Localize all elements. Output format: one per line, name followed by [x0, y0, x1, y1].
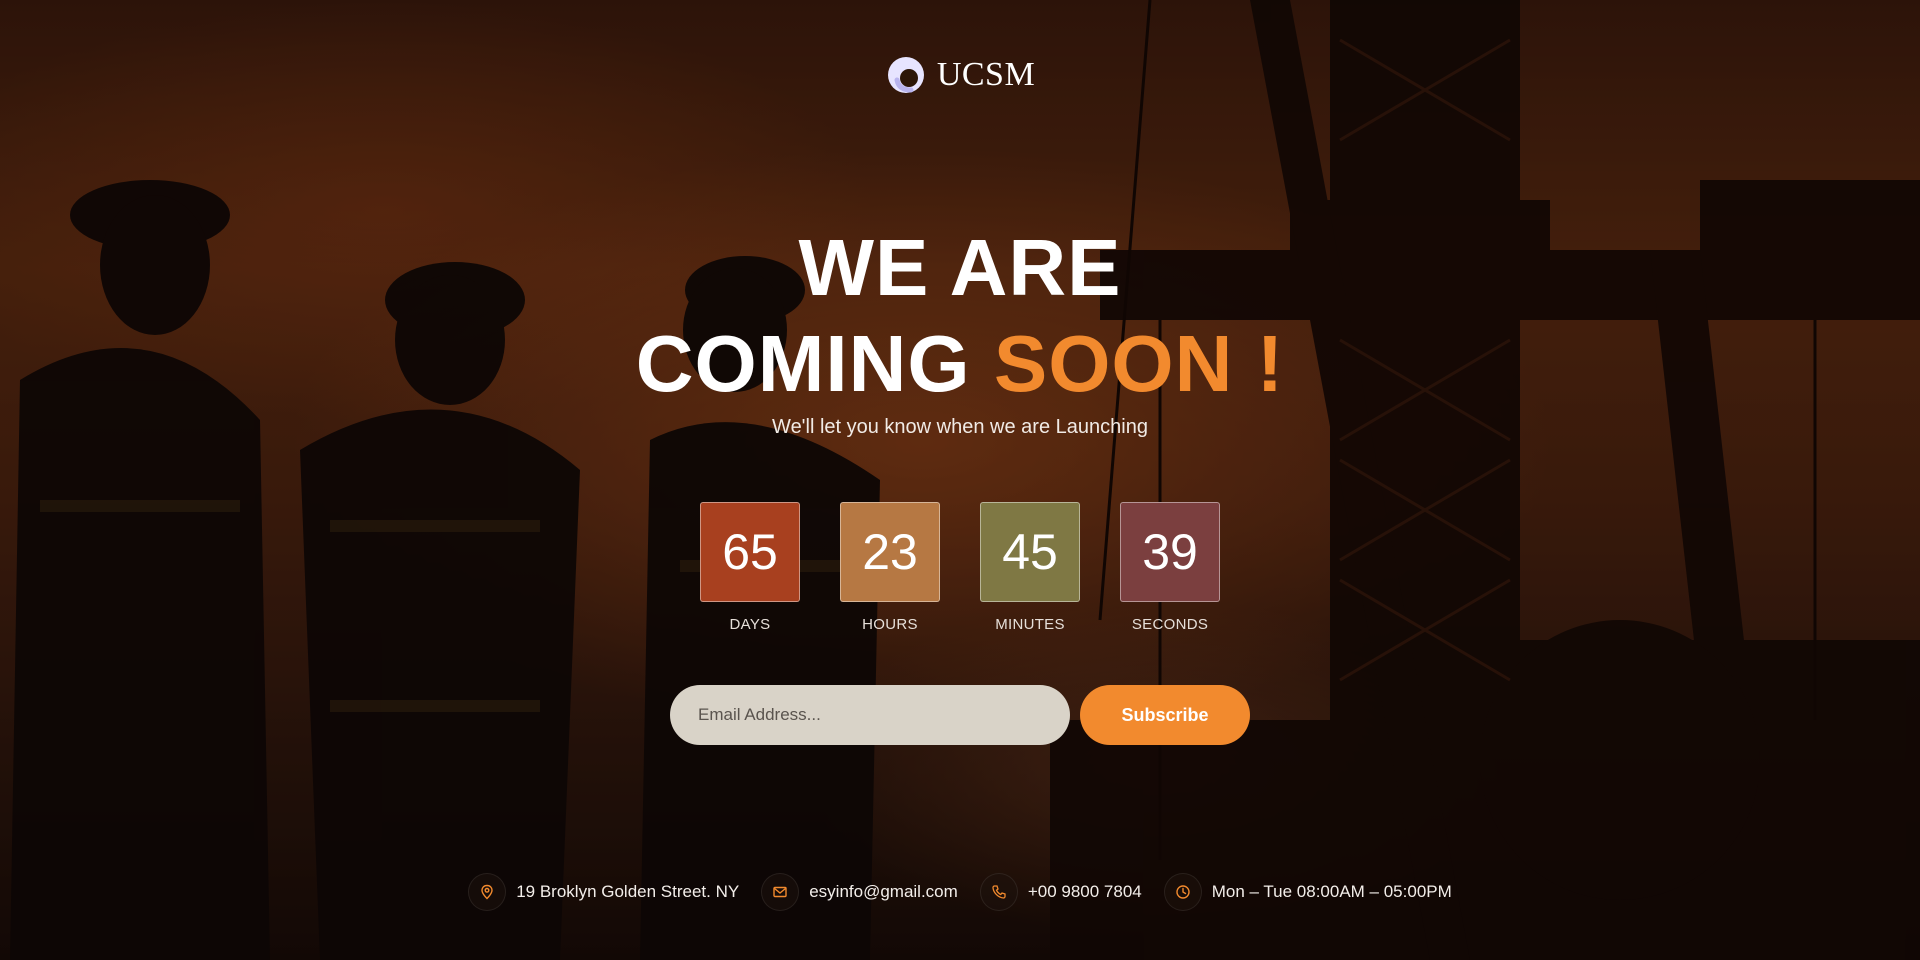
countdown-seconds-label: SECONDS: [1131, 616, 1209, 633]
hero-headline: WE ARE COMING SOON !: [0, 220, 1920, 412]
countdown-days-box: 65: [700, 502, 800, 602]
contact-email-text[interactable]: esyinfo@gmail.com: [809, 882, 958, 902]
countdown-minutes-label: MINUTES: [995, 616, 1065, 633]
brand-logo-icon: [887, 57, 924, 93]
mail-icon: [761, 873, 800, 911]
headline-coming: COMING: [635, 319, 971, 408]
contact-address-text: 19 Broklyn Golden Street. NY: [516, 882, 740, 901]
countdown-hours: 23 HOURS: [840, 502, 940, 633]
contact-phone[interactable]: +00 9800 7804: [979, 873, 1142, 911]
clock-icon: [1163, 873, 1202, 911]
contact-email[interactable]: esyinfo@gmail.com: [761, 873, 958, 911]
brand-logo[interactable]: UCSM: [0, 54, 1920, 96]
countdown-days-label: DAYS: [729, 616, 771, 633]
countdown-minutes-box: 45: [980, 502, 1080, 602]
countdown-hours-box: 23: [840, 502, 940, 602]
countdown-seconds-box: 39: [1120, 502, 1220, 602]
headline-soon: SOON !: [993, 319, 1285, 408]
countdown-minutes: 45 MINUTES: [980, 502, 1080, 633]
hero-tagline: We'll let you know when we are Launching: [772, 416, 1148, 438]
headline-line-1: WE ARE: [798, 223, 1122, 312]
location-pin-icon: [468, 873, 507, 911]
contact-info-bar: 19 Broklyn Golden Street. NY esyinfo@gma…: [0, 873, 1920, 911]
headline-line-2: COMING SOON !: [0, 316, 1920, 412]
subscribe-form: Subscribe: [0, 685, 1920, 745]
email-input[interactable]: [670, 685, 1070, 745]
contact-hours: Mon – Tue 08:00AM – 05:00PM: [1163, 873, 1452, 911]
countdown-seconds: 39 SECONDS: [1120, 502, 1220, 633]
contact-hours-text: Mon – Tue 08:00AM – 05:00PM: [1211, 882, 1452, 901]
contact-address: 19 Broklyn Golden Street. NY: [468, 873, 739, 911]
subscribe-button[interactable]: Subscribe: [1080, 685, 1250, 745]
countdown-timer: 65 DAYS 23 HOURS 45 MINUTES 39 SECONDS: [0, 502, 1920, 633]
countdown-days: 65 DAYS: [700, 502, 800, 633]
phone-icon: [979, 873, 1018, 911]
countdown-hours-label: HOURS: [862, 616, 918, 633]
contact-phone-text[interactable]: +00 9800 7804: [1028, 882, 1142, 902]
brand-name: UCSM: [936, 56, 1036, 93]
